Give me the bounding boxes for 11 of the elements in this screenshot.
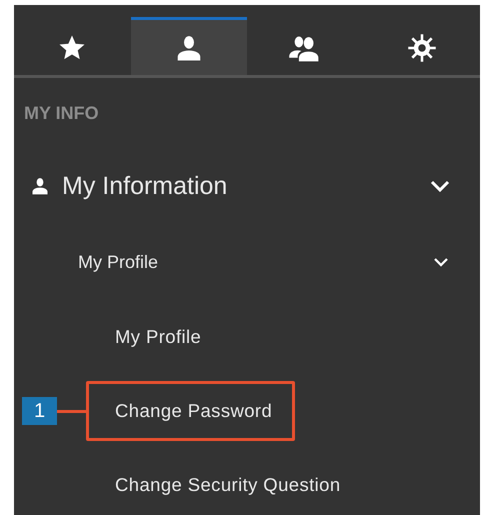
settings-icon [406,32,437,62]
leader-line [57,410,86,412]
menu-item[interactable]: My Information [62,172,228,200]
menu-link[interactable]: Change Security Question [86,455,364,515]
user-icon [30,176,50,196]
menu-link[interactable]: Change Password [86,381,296,441]
menu-link[interactable]: My Profile [86,307,224,367]
tab[interactable] [130,17,247,75]
callout-badge: 1 [22,397,57,425]
submenu-item[interactable]: My Profile [78,252,158,272]
section-title: MY INFO [24,102,99,124]
